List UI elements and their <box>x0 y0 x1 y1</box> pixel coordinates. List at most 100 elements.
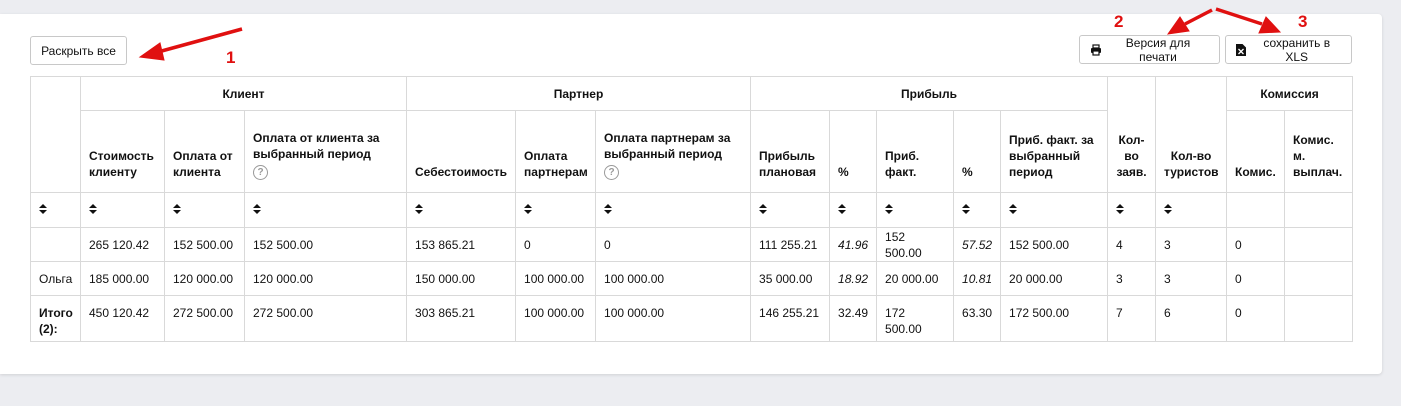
cell-paid-partner-period: 100 000.00 <box>595 295 752 342</box>
column-header-paid-partner-period-label: Оплата партнерам за выбранный период <box>604 131 731 161</box>
cell-commission-paid <box>1284 261 1354 296</box>
sort-icon[interactable] <box>885 202 894 214</box>
column-header-profit-fact-period: Приб. факт. за выбранный период <box>1000 110 1109 193</box>
cell-profit-fact: 20 000.00 <box>876 261 955 296</box>
sort-icon[interactable] <box>1116 202 1125 214</box>
help-icon[interactable]: ? <box>604 165 620 180</box>
cell-tourists: 6 <box>1155 295 1228 342</box>
cell-name: Ольга <box>30 261 81 296</box>
group-header-profit: Прибыль <box>750 76 1109 111</box>
sort-row <box>30 192 1354 228</box>
sort-cell <box>30 192 81 228</box>
cell-commission: 0 <box>1226 227 1286 262</box>
cell-pct2: 10.81 <box>953 261 1002 296</box>
cell-cost-price: 150 000.00 <box>406 261 517 296</box>
cell-cost-client: 185 000.00 <box>80 261 165 296</box>
cell-commission-paid <box>1284 295 1354 342</box>
cell-profit-plan: 111 255.21 <box>750 227 831 262</box>
column-header-cost-price: Себестоимость <box>406 110 517 193</box>
print-version-button[interactable]: Версия для печати <box>1079 35 1220 64</box>
save-xls-label: сохранить в XLS <box>1263 35 1331 64</box>
group-header-partner: Партнер <box>406 76 752 111</box>
cell-profit-fact: 172 500.00 <box>876 295 955 342</box>
cell-name: Итого (2): <box>30 295 81 342</box>
sort-icon[interactable] <box>838 202 847 214</box>
cell-pct1: 32.49 <box>829 295 878 342</box>
sort-cell <box>595 192 752 228</box>
column-header-tourists: Кол-во туристов <box>1155 76 1228 193</box>
report-table: Клиент Партнер Прибыль Кол-во заяв. Кол-… <box>30 76 1354 342</box>
cell-commission: 0 <box>1226 295 1286 342</box>
cell-commission-paid <box>1284 227 1354 262</box>
cell-cost-price: 303 865.21 <box>406 295 517 342</box>
save-xls-button[interactable]: сохранить в XLS <box>1225 35 1352 64</box>
column-header-paid-partner: Оплата партнерам <box>515 110 597 193</box>
annotation-label-2: 2 <box>1114 12 1124 31</box>
cell-tourists: 3 <box>1155 261 1228 296</box>
sort-icon[interactable] <box>253 202 261 214</box>
cell-paid-client-period: 152 500.00 <box>243 227 408 262</box>
sort-cell <box>515 192 597 228</box>
table-row: 265 120.42 152 500.00 152 500.00 153 865.21… <box>30 227 1354 262</box>
cell-paid-client: 120 000.00 <box>164 261 245 296</box>
cell-paid-client: 272 500.00 <box>164 295 245 342</box>
cell-profit-plan: 146 255.21 <box>750 295 831 342</box>
column-header-commission: Комис. <box>1226 110 1286 193</box>
sort-icon[interactable] <box>415 202 424 214</box>
sort-cell <box>953 192 1002 228</box>
sort-cell <box>164 192 245 228</box>
column-header-paid-client-period-label: Оплата от клиента за выбранный период <box>253 131 380 161</box>
column-header-pct2: % <box>953 110 1002 193</box>
cell-profit-fact: 152 500.00 <box>876 227 955 262</box>
cell-commission: 0 <box>1226 261 1286 296</box>
cell-pct2: 63.30 <box>953 295 1002 342</box>
cell-paid-client: 152 500.00 <box>164 227 245 262</box>
column-header-profit-fact: Приб. факт. <box>876 110 955 193</box>
column-header-paid-partner-period: Оплата партнерам за выбранный период ? <box>595 110 752 193</box>
cell-paid-partner: 100 000.00 <box>515 261 597 296</box>
sort-icon[interactable] <box>1009 202 1018 214</box>
cell-paid-client-period: 272 500.00 <box>243 295 408 342</box>
cell-orders: 7 <box>1107 295 1157 342</box>
print-version-label: Версия для печати <box>1125 35 1191 64</box>
sort-icon[interactable] <box>39 202 47 214</box>
cell-paid-partner-period: 100 000.00 <box>595 261 752 296</box>
group-header-commission: Комиссия <box>1226 76 1354 111</box>
expand-all-label: Раскрыть все <box>41 43 116 58</box>
annotation-label-1: 1 <box>226 48 236 67</box>
file-excel-icon <box>1236 43 1247 56</box>
sort-icon[interactable] <box>1164 202 1173 214</box>
sort-cell <box>1000 192 1109 228</box>
sort-cell <box>1226 192 1286 228</box>
column-header-cost-client: Стоимость клиенту <box>80 110 165 193</box>
cell-paid-partner-period: 0 <box>595 227 752 262</box>
sort-icon[interactable] <box>759 202 768 214</box>
column-header-orders: Кол-во заяв. <box>1107 76 1157 193</box>
sort-icon[interactable] <box>524 202 533 214</box>
sort-icon[interactable] <box>89 202 97 214</box>
sort-cell <box>1107 192 1157 228</box>
expand-all-button[interactable]: Раскрыть все <box>30 36 127 65</box>
column-header-profit-plan: Прибыль плановая <box>750 110 831 193</box>
cell-tourists: 3 <box>1155 227 1228 262</box>
sort-icon[interactable] <box>604 202 613 214</box>
printer-icon <box>1090 43 1102 56</box>
column-header-paid-client-period: Оплата от клиента за выбранный период ? <box>243 110 408 193</box>
sort-cell <box>1155 192 1228 228</box>
help-icon[interactable]: ? <box>253 165 268 180</box>
sort-cell <box>876 192 955 228</box>
cell-paid-client-period: 120 000.00 <box>243 261 408 296</box>
sort-cell <box>80 192 165 228</box>
sort-cell <box>243 192 408 228</box>
sort-cell <box>1284 192 1354 228</box>
table-row: Ольга 185 000.00 120 000.00 120 000.00 150 0… <box>30 261 1354 296</box>
cell-profit-fact-period: 20 000.00 <box>1000 261 1109 296</box>
sort-icon[interactable] <box>962 202 971 214</box>
cell-orders: 3 <box>1107 261 1157 296</box>
annotation-label-3: 3 <box>1298 12 1308 31</box>
cell-pct2: 57.52 <box>953 227 1002 262</box>
cell-pct1: 41.96 <box>829 227 878 262</box>
sort-icon[interactable] <box>173 202 181 214</box>
name-column-header <box>30 76 81 193</box>
cell-profit-fact-period: 152 500.00 <box>1000 227 1109 262</box>
